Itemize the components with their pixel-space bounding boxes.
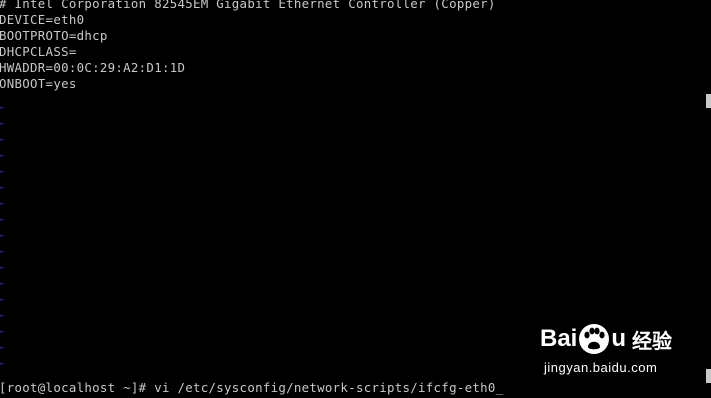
- tilde-marker: ~: [0, 133, 4, 146]
- tilde-marker: ~: [0, 309, 4, 322]
- tilde-marker: ~: [0, 341, 4, 354]
- file-line-dhcpclass: DHCPCLASS=: [0, 44, 77, 59]
- tilde-marker: ~: [0, 165, 4, 178]
- file-line-bootproto: BOOTPROTO=dhcp: [0, 28, 108, 43]
- tilde-marker: ~: [0, 181, 4, 194]
- tilde-marker: ~: [0, 213, 4, 226]
- scroll-marker-bottom: [706, 369, 711, 383]
- tilde-marker: ~: [0, 277, 4, 290]
- watermark-url: jingyan.baidu.com: [544, 360, 658, 375]
- command-prompt-line[interactable]: [root@localhost ~]# vi /etc/sysconfig/ne…: [0, 380, 503, 396]
- tilde-marker: ~: [0, 261, 4, 274]
- baidu-logo: Bai u 经验: [540, 320, 672, 358]
- baidu-jingyan-watermark: Bai u 经验 jingyan.baidu.com: [540, 320, 690, 390]
- file-line-hwaddr: HWADDR=00:0C:29:A2:D1:1D: [0, 60, 186, 75]
- tilde-marker: ~: [0, 149, 4, 162]
- paw-icon: [579, 324, 610, 354]
- tilde-marker: ~: [0, 293, 4, 306]
- baidu-logo-text-right: u: [611, 325, 627, 352]
- empty-line-markers: ~ ~ ~ ~ ~ ~ ~ ~ ~ ~ ~ ~ ~ ~ ~ ~ ~: [0, 100, 7, 372]
- tilde-marker: ~: [0, 325, 4, 338]
- tilde-marker: ~: [0, 117, 4, 130]
- file-line-device: DEVICE=eth0: [0, 12, 85, 27]
- scroll-marker-top: [706, 94, 711, 108]
- tilde-marker: ~: [0, 101, 4, 114]
- tilde-marker: ~: [0, 357, 4, 370]
- file-line-onboot: ONBOOT=yes: [0, 76, 77, 91]
- tilde-marker: ~: [0, 229, 4, 242]
- tilde-marker: ~: [0, 197, 4, 210]
- text-cursor: _: [495, 380, 504, 395]
- prompt-text: [root@localhost ~]# vi /etc/sysconfig/ne…: [0, 380, 496, 395]
- baidu-logo-text-left: Bai: [540, 325, 578, 352]
- baidu-logo-cn: 经验: [632, 328, 673, 353]
- file-line-comment: # Intel Corporation 82545EM Gigabit Ethe…: [0, 0, 496, 11]
- terminal-screen[interactable]: # Intel Corporation 82545EM Gigabit Ethe…: [0, 0, 711, 398]
- tilde-marker: ~: [0, 245, 4, 258]
